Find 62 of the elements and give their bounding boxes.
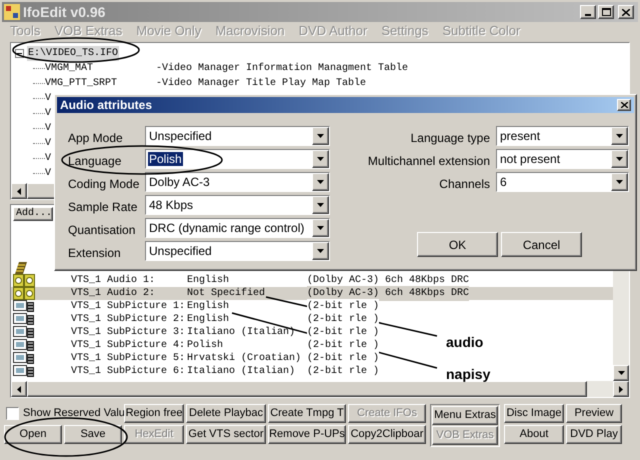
field-label: Extension bbox=[68, 245, 122, 262]
dropdown-field[interactable]: DRC (dynamic range control) bbox=[145, 218, 330, 238]
list-cell-text: English bbox=[187, 274, 230, 288]
list-cell-text: VTS_1 SubPicture 6: bbox=[71, 364, 186, 379]
list-cell-text: Italiano (Italian) bbox=[187, 364, 296, 379]
annotation-label: audio bbox=[446, 333, 484, 352]
dropdown-field[interactable]: Polish bbox=[145, 149, 330, 169]
dropdown-field[interactable]: Unspecified bbox=[145, 241, 330, 261]
field-label: Language type bbox=[410, 130, 491, 147]
tree-item-description: -Video Manager Information Managment Table bbox=[156, 62, 408, 76]
list-cell-text: Polish bbox=[187, 338, 224, 352]
dropdown-field[interactable]: 48 Kbps bbox=[145, 195, 330, 215]
dialog-title: Audio attributes bbox=[60, 97, 153, 114]
tree-item[interactable]: E:\VIDEO_TS.IFO bbox=[27, 46, 120, 61]
list-cell-text: VTS_1 SubPicture 5: bbox=[71, 352, 186, 366]
toolbar-button[interactable]: Open bbox=[4, 425, 62, 444]
field-label: Multichannel extension bbox=[366, 153, 491, 170]
checkbox-label: Show Reserved Valu bbox=[23, 406, 125, 422]
list-cell-text: VTS_1 SubPicture 4: bbox=[71, 338, 186, 352]
dropdown-field[interactable]: 6 bbox=[496, 172, 629, 192]
list-cell-text: Hrvatski (Croatian) bbox=[187, 352, 302, 366]
tree-item[interactable]: VMG_PTT_SRPT bbox=[45, 76, 156, 91]
toolbar-button[interactable]: Delete Playbac bbox=[186, 404, 266, 423]
dialog-button[interactable]: OK bbox=[417, 232, 498, 257]
list-cell-text: Italiano (Italian) bbox=[187, 326, 296, 340]
list-row[interactable]: VTS_1 Audio 2: Not Specified (Dolby AC-3) 6ch 48Kbps DRC bbox=[11, 287, 613, 300]
toolbar-button[interactable]: Create Tmpg T bbox=[268, 404, 346, 423]
annotation-label: napisy bbox=[446, 365, 490, 384]
list-cell-text: VTS_1 Audio 1: bbox=[71, 274, 156, 288]
list-cell-text: English bbox=[187, 312, 230, 326]
window-title: IfoEdit v0.96 bbox=[23, 2, 106, 22]
toolbar-button[interactable]: Get VTS sector bbox=[186, 425, 266, 444]
field-label: App Mode bbox=[68, 130, 124, 147]
tree-item[interactable]: VMGM_MAT bbox=[45, 61, 156, 76]
column-header[interactable]: Add... bbox=[13, 207, 53, 221]
toolbar-button[interactable]: Preview bbox=[566, 404, 622, 423]
toolbar-button[interactable]: DVD Play bbox=[566, 425, 622, 444]
dropdown-field[interactable]: present bbox=[496, 126, 629, 146]
dropdown-field[interactable]: Unspecified bbox=[145, 126, 330, 146]
list-cell-text: VTS_1 SubPicture 2: bbox=[71, 312, 186, 326]
list-cell-text: English bbox=[187, 300, 230, 314]
toolbar-button[interactable]: Copy2Clipboar bbox=[348, 425, 426, 444]
tree-item-description: -Video Manager Title Play Map Table bbox=[156, 76, 366, 91]
list-cell: (Dolby AC-3) 6ch 48Kbps DRC bbox=[307, 286, 470, 301]
field-label: Channels bbox=[438, 176, 491, 193]
toolbar-button[interactable]: Remove P-UPs bbox=[268, 425, 346, 444]
list-cell-text: Not Specified bbox=[187, 286, 266, 300]
field-label: Sample Rate bbox=[68, 199, 138, 216]
list-cell-text: VTS_1 SubPicture 3: bbox=[71, 326, 186, 340]
toolbar-button[interactable]: Menu Extras bbox=[432, 406, 498, 425]
toolbar-button[interactable]: Save bbox=[64, 425, 122, 444]
field-label: Language bbox=[68, 153, 122, 170]
dialog-button[interactable]: Cancel bbox=[501, 232, 582, 257]
dropdown-field[interactable]: not present bbox=[496, 149, 629, 169]
field-label: Coding Mode bbox=[68, 176, 140, 193]
toolbar-button[interactable]: Region free bbox=[124, 404, 184, 423]
dropdown-field[interactable]: Dolby AC-3 bbox=[145, 172, 330, 192]
field-label: Quantisation bbox=[68, 222, 136, 239]
toolbar-button[interactable]: About bbox=[504, 425, 564, 444]
list-cell-text: VTS_1 SubPicture 1: bbox=[71, 300, 186, 314]
toolbar-button[interactable]: Disc Image bbox=[504, 404, 564, 423]
list-cell-text: VTS_1 Audio 2: bbox=[71, 286, 156, 300]
